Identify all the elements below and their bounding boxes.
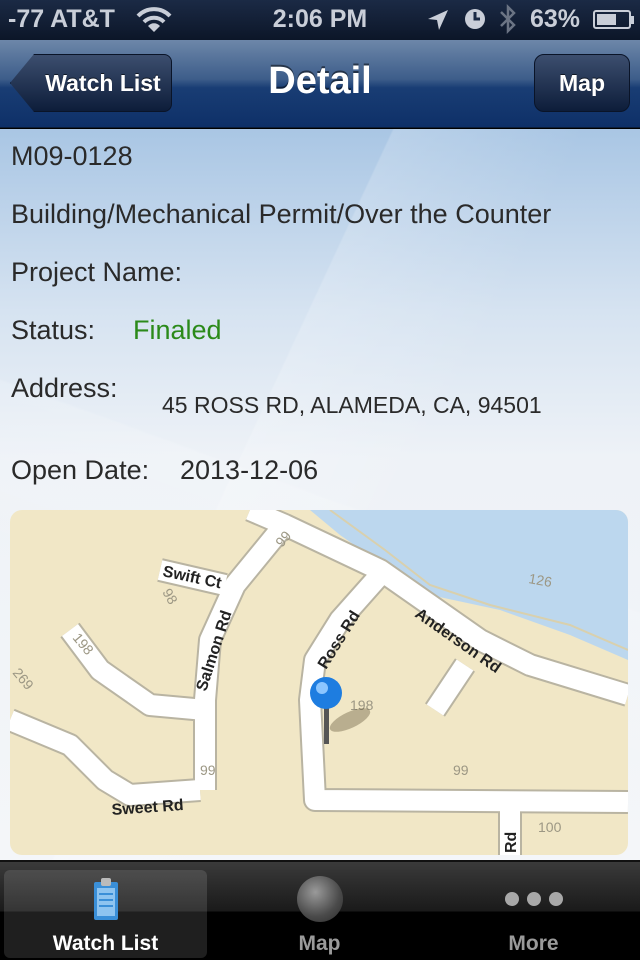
project-name-row: Project Name: — [11, 257, 182, 288]
street-label: Sweet Rd — [111, 797, 184, 819]
permit-number: M09-0128 — [11, 141, 133, 171]
bluetooth-icon — [498, 3, 518, 42]
road-sweet — [10, 710, 201, 805]
tab-more[interactable]: More — [432, 870, 635, 958]
location-arrow-icon — [426, 8, 450, 39]
address-label: Address: — [11, 373, 118, 403]
clipboard-icon — [91, 876, 121, 928]
status-label: Status: — [11, 315, 96, 345]
map-button[interactable]: Map — [534, 54, 630, 112]
tab-label: More — [508, 932, 559, 955]
parcel-number: 98 — [159, 586, 181, 608]
road-spur — [426, 659, 474, 716]
permit-type: Building/Mechanical Permit/Over the Coun… — [11, 199, 552, 229]
tab-watch-list[interactable]: Watch List — [4, 870, 207, 958]
tab-label: Map — [298, 932, 341, 955]
address-value: 45 ROSS RD, ALAMEDA, CA, 94501 — [162, 392, 542, 418]
status-bar: -77 AT&T 2:06 PM 63% — [0, 0, 640, 40]
project-name-label: Project Name: — [11, 257, 183, 287]
parcel-number: 99 — [453, 762, 469, 778]
detail-content: M09-0128 Building/Mechanical Permit/Over… — [0, 129, 640, 860]
street-label: Rd — [503, 832, 520, 853]
alarm-clock-icon — [464, 8, 486, 37]
map-view[interactable]: Swift Ct Salmon Rd Ross Rd Anderson Rd S… — [10, 510, 628, 855]
parcel-number: 100 — [538, 819, 562, 835]
battery-percent: 63% — [530, 5, 581, 33]
navigation-bar: Watch List Detail Map — [0, 40, 640, 128]
tab-label: Watch List — [52, 932, 159, 955]
more-dots-icon — [504, 892, 563, 906]
battery-icon — [593, 10, 634, 29]
tab-bar: Watch List Map More — [0, 860, 640, 960]
globe-icon — [296, 876, 343, 922]
open-date-label: Open Date: — [11, 455, 150, 485]
map-button-label: Map — [559, 69, 605, 96]
tab-map[interactable]: Map — [218, 870, 421, 958]
parcel-number: 99 — [200, 762, 216, 778]
battery-level-fill — [597, 14, 616, 25]
open-date-row: Open Date: 2013-12-06 — [11, 455, 318, 486]
status-row: Status: Finaled — [11, 315, 222, 346]
open-date-value: 2013-12-06 — [180, 455, 319, 485]
parcel-number: 269 — [10, 665, 37, 693]
map-canvas: Swift Ct Salmon Rd Ross Rd Anderson Rd S… — [10, 510, 628, 855]
status-value: Finaled — [133, 315, 222, 345]
